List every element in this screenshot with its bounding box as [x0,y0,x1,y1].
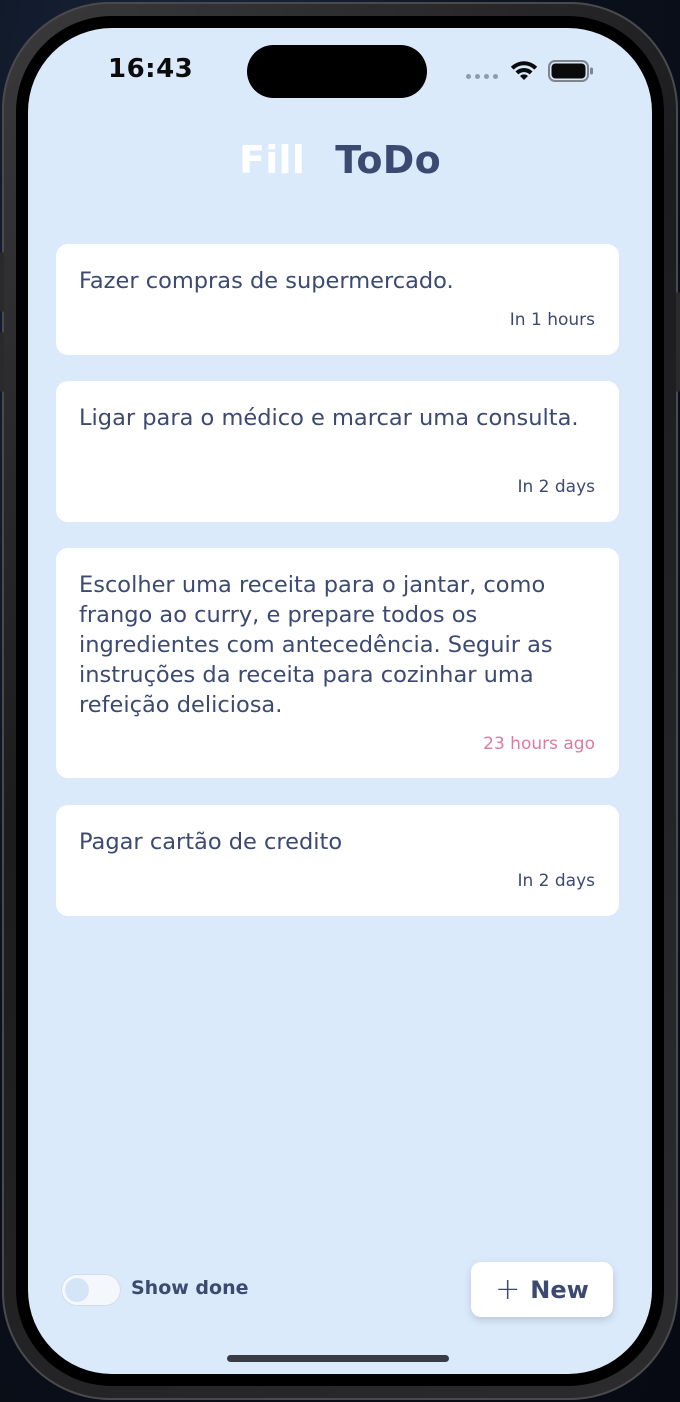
app-title-fill: Fill [238,138,306,182]
task-due-time: In 1 hours [509,310,595,330]
battery-icon [548,60,593,82]
app-screen: 16:43 Fill ToDo Fazer compras de supermer… [28,28,652,1374]
show-done-toggle[interactable] [61,1274,121,1306]
volume-up-button [0,252,4,312]
app-title-todo: ToDo [335,138,442,182]
plus-icon: + [495,1271,521,1307]
home-indicator[interactable] [227,1355,449,1362]
task-text: Ligar para o médico e marcar uma consult… [79,405,579,431]
task-due-time-overdue: 23 hours ago [483,734,595,754]
dynamic-island [247,45,427,98]
new-task-button[interactable]: + New [471,1262,613,1317]
task-text: Fazer compras de supermercado. [79,268,454,294]
wifi-icon [510,61,538,80]
toggle-knob [65,1278,89,1302]
new-task-button-label: New [530,1275,589,1304]
task-card[interactable]: Escolher uma receita para o jantar, como… [56,548,619,778]
show-done-label: Show done [131,1277,249,1299]
cellular-signal-icon [466,74,498,79]
task-card[interactable]: Pagar cartão de credito In 2 days [56,805,619,916]
task-due-time: In 2 days [517,477,595,497]
task-card[interactable]: Ligar para o médico e marcar uma consult… [56,381,619,522]
task-text: Escolher uma receita para o jantar, como… [79,572,553,718]
app-title: Fill ToDo [28,138,652,182]
task-card[interactable]: Fazer compras de supermercado. In 1 hour… [56,244,619,355]
task-text: Pagar cartão de credito [79,829,343,855]
task-due-time: In 2 days [517,871,595,891]
volume-down-button [0,332,4,392]
status-time: 16:43 [108,54,194,84]
power-button [676,292,680,392]
